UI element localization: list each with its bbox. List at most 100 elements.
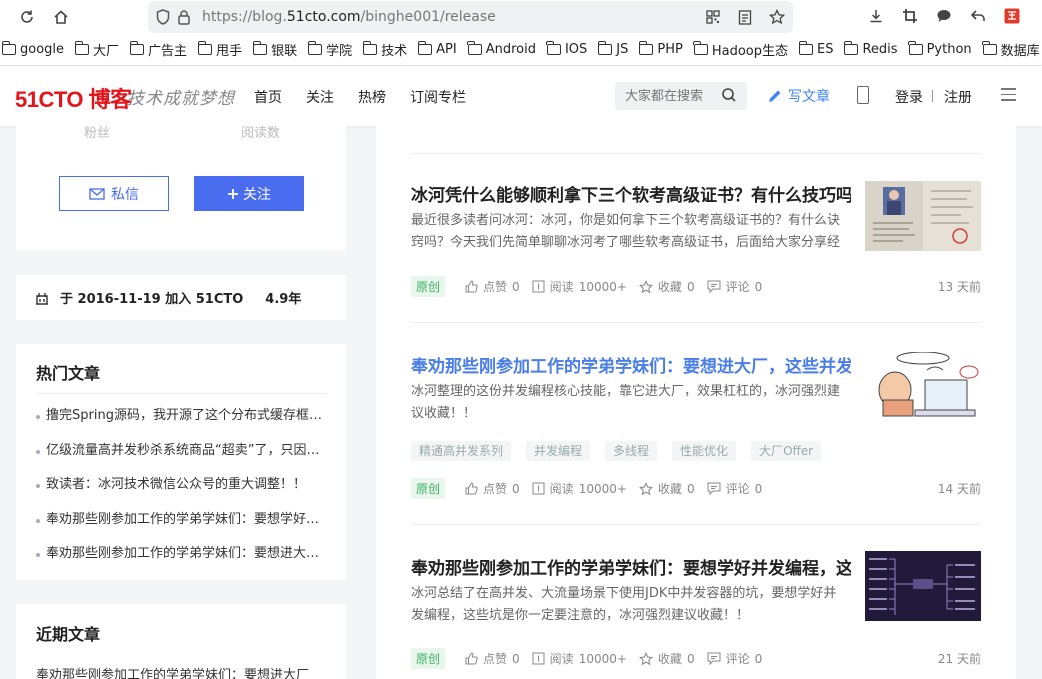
nav-hot[interactable]: 热榜 <box>358 87 386 107</box>
favorite-button[interactable]: 收藏 0 <box>638 480 695 497</box>
hot-article-link[interactable]: 亿级流量高并发秒杀系统商品“超卖”了，只因使用的JDK同步容器Vector有这两… <box>36 434 326 469</box>
bookmark-item[interactable]: 甩手 <box>197 40 242 59</box>
extension-icon[interactable] <box>1002 6 1022 26</box>
article-feed: 冰河凭什么能够顺利拿下三个软考高级证书？有什么技巧吗？ 最近很多读者问冰河：冰河… <box>376 126 1016 679</box>
lock-icon[interactable] <box>178 9 190 25</box>
folder-icon <box>798 41 814 55</box>
bookmark-item[interactable]: 广告主 <box>129 40 187 59</box>
menu-icon[interactable] <box>1001 88 1016 105</box>
bookmark-item[interactable]: Hadoop生态 <box>693 40 788 59</box>
article-title[interactable]: 冰河凭什么能够顺利拿下三个软考高级证书？有什么技巧吗？ <box>411 181 851 206</box>
bookmark-item[interactable]: Redis <box>843 41 898 57</box>
reload-icon[interactable] <box>12 2 42 32</box>
star-icon <box>638 651 653 666</box>
article-tag[interactable]: 多线程 <box>605 441 658 461</box>
favorite-button[interactable]: 收藏 0 <box>638 278 695 295</box>
comment-button[interactable]: 评论 0 <box>707 278 762 295</box>
chat-icon[interactable] <box>934 6 954 26</box>
bookmark-item[interactable]: JS <box>597 41 628 57</box>
bookmark-item[interactable]: Python <box>908 41 972 57</box>
folder-icon <box>197 41 213 55</box>
nav-home[interactable]: 首页 <box>254 87 282 107</box>
register-link[interactable]: 注册 <box>944 87 972 107</box>
separator <box>932 90 933 102</box>
bookmark-item[interactable]: ES <box>798 41 833 57</box>
home-icon[interactable] <box>46 2 76 32</box>
folder-icon <box>74 41 90 55</box>
original-badge: 原创 <box>411 276 446 297</box>
bookmark-item[interactable]: API <box>417 41 457 57</box>
hot-article-link[interactable]: 奉劝那些刚参加工作的学弟学妹们：要想学好并发编程，这些并发容器的坑是你一定要注意… <box>36 503 326 538</box>
folder-icon <box>307 41 323 55</box>
article-tag[interactable]: 精通高并发系列 <box>411 441 512 461</box>
article-tag[interactable]: 大厂Offer <box>751 441 822 461</box>
qr-code-icon[interactable] <box>703 7 723 27</box>
bookmark-item[interactable]: 学院 <box>307 40 352 59</box>
reader-mode-icon[interactable] <box>735 7 755 27</box>
search-input[interactable] <box>625 88 715 104</box>
stat-reads-label: 阅读数 <box>241 126 281 141</box>
hot-article-link[interactable]: 致读者：冰河技术微信公众号的重大调整！！ <box>36 468 326 503</box>
article-summary[interactable]: 冰河总结了在高并发、大流量场景下使用JDK中并发容器的坑，要想学好并发编程，这些… <box>411 583 849 626</box>
bookmark-item[interactable]: 数据库 <box>982 40 1040 59</box>
article-thumbnail[interactable] <box>865 181 981 251</box>
like-button[interactable]: 点赞 0 <box>465 278 520 295</box>
article-item: 冰河凭什么能够顺利拿下三个软考高级证书？有什么技巧吗？ 最近很多读者问冰河：冰河… <box>411 181 981 253</box>
folder-icon <box>843 41 859 55</box>
original-badge: 原创 <box>411 478 446 499</box>
article-summary[interactable]: 最近很多读者问冰河：冰河，你是如何拿下三个软考高级证书的？有什么诀窍吗？今天我们… <box>411 210 849 253</box>
hot-article-link[interactable]: 奉劝那些刚参加工作的学弟学妹们：要想进大厂，这些并发编程知识是你必须要掌握的！ <box>36 537 326 572</box>
article-tags: 精通高并发系列 并发编程 多线程 性能优化 大厂Offer <box>411 441 822 461</box>
bookmark-item[interactable]: Android <box>467 41 536 57</box>
message-button[interactable]: 私信 <box>59 176 169 211</box>
mobile-icon[interactable] <box>857 86 869 104</box>
favorite-button[interactable]: 收藏 0 <box>638 650 695 667</box>
recent-articles-card: 近期文章 奉劝那些刚参加工作的学弟学妹们：要想进大厂 <box>16 604 346 679</box>
join-date: 于 2016-11-19 加入 51CTO <box>60 292 244 307</box>
article-title[interactable]: 奉劝那些刚参加工作的学弟学妹们：要想学好并发编程，这些并发容器的坑是你一定要注意… <box>411 554 851 579</box>
back-arrow-icon[interactable] <box>968 6 988 26</box>
nav-subscribe[interactable]: 订阅专栏 <box>410 87 466 107</box>
url-bar[interactable]: https://blog.51cto.com/binghe001/release <box>148 1 793 33</box>
nav-follow[interactable]: 关注 <box>306 87 334 107</box>
download-icon[interactable] <box>866 6 886 26</box>
folder-icon <box>362 41 378 55</box>
comment-icon <box>707 482 721 495</box>
follow-button[interactable]: 关注 <box>194 176 304 211</box>
like-button[interactable]: 点赞 0 <box>465 650 520 667</box>
bookmark-item[interactable]: google <box>1 41 64 57</box>
mail-icon <box>89 187 105 200</box>
comment-button[interactable]: 评论 0 <box>707 480 762 497</box>
plus-icon <box>227 188 239 200</box>
comment-button[interactable]: 评论 0 <box>707 650 762 667</box>
calendar-icon <box>34 291 50 305</box>
crop-icon[interactable] <box>900 6 920 26</box>
read-icon <box>532 652 545 665</box>
folder-icon <box>908 41 923 55</box>
comment-icon <box>707 652 721 665</box>
article-summary[interactable]: 冰河整理的这份并发编程核心技能，靠它进大厂，效果杠杠的，冰河强烈建议收藏！！ <box>411 381 849 424</box>
recent-article-link[interactable]: 奉劝那些刚参加工作的学弟学妹们：要想进大厂 <box>36 664 326 679</box>
read-count: 阅读 10000+ <box>532 278 627 295</box>
login-link[interactable]: 登录 <box>895 87 923 107</box>
folder-icon <box>252 41 268 55</box>
folder-icon <box>546 41 561 55</box>
bookmark-item[interactable]: 技术 <box>362 40 407 59</box>
search-icon[interactable] <box>721 87 737 103</box>
star-bookmark-icon[interactable] <box>767 7 787 27</box>
article-thumbnail[interactable] <box>865 352 981 422</box>
bookmark-item[interactable]: IOS <box>546 41 587 57</box>
site-logo[interactable]: 51CTO 博客 <box>15 82 132 114</box>
like-button[interactable]: 点赞 0 <box>465 480 520 497</box>
write-article-button[interactable]: 写文章 <box>767 86 830 106</box>
bookmark-item[interactable]: 大厂 <box>74 40 119 59</box>
divider <box>411 322 981 323</box>
hot-article-link[interactable]: 撸完Spring源码，我开源了这个分布式缓存框架！ <box>36 399 326 434</box>
article-tag[interactable]: 性能优化 <box>672 441 737 461</box>
article-thumbnail[interactable] <box>865 551 981 621</box>
bookmark-item[interactable]: PHP <box>638 41 683 57</box>
article-item: 奉劝那些刚参加工作的学弟学妹们：要想进大厂，这些并发编程知识是你必须要掌握的！ … <box>411 352 981 424</box>
bookmark-item[interactable]: 银联 <box>252 40 297 59</box>
article-title[interactable]: 奉劝那些刚参加工作的学弟学妹们：要想进大厂，这些并发编程知识是你必须要掌握的！ <box>411 352 851 377</box>
article-tag[interactable]: 并发编程 <box>526 441 591 461</box>
